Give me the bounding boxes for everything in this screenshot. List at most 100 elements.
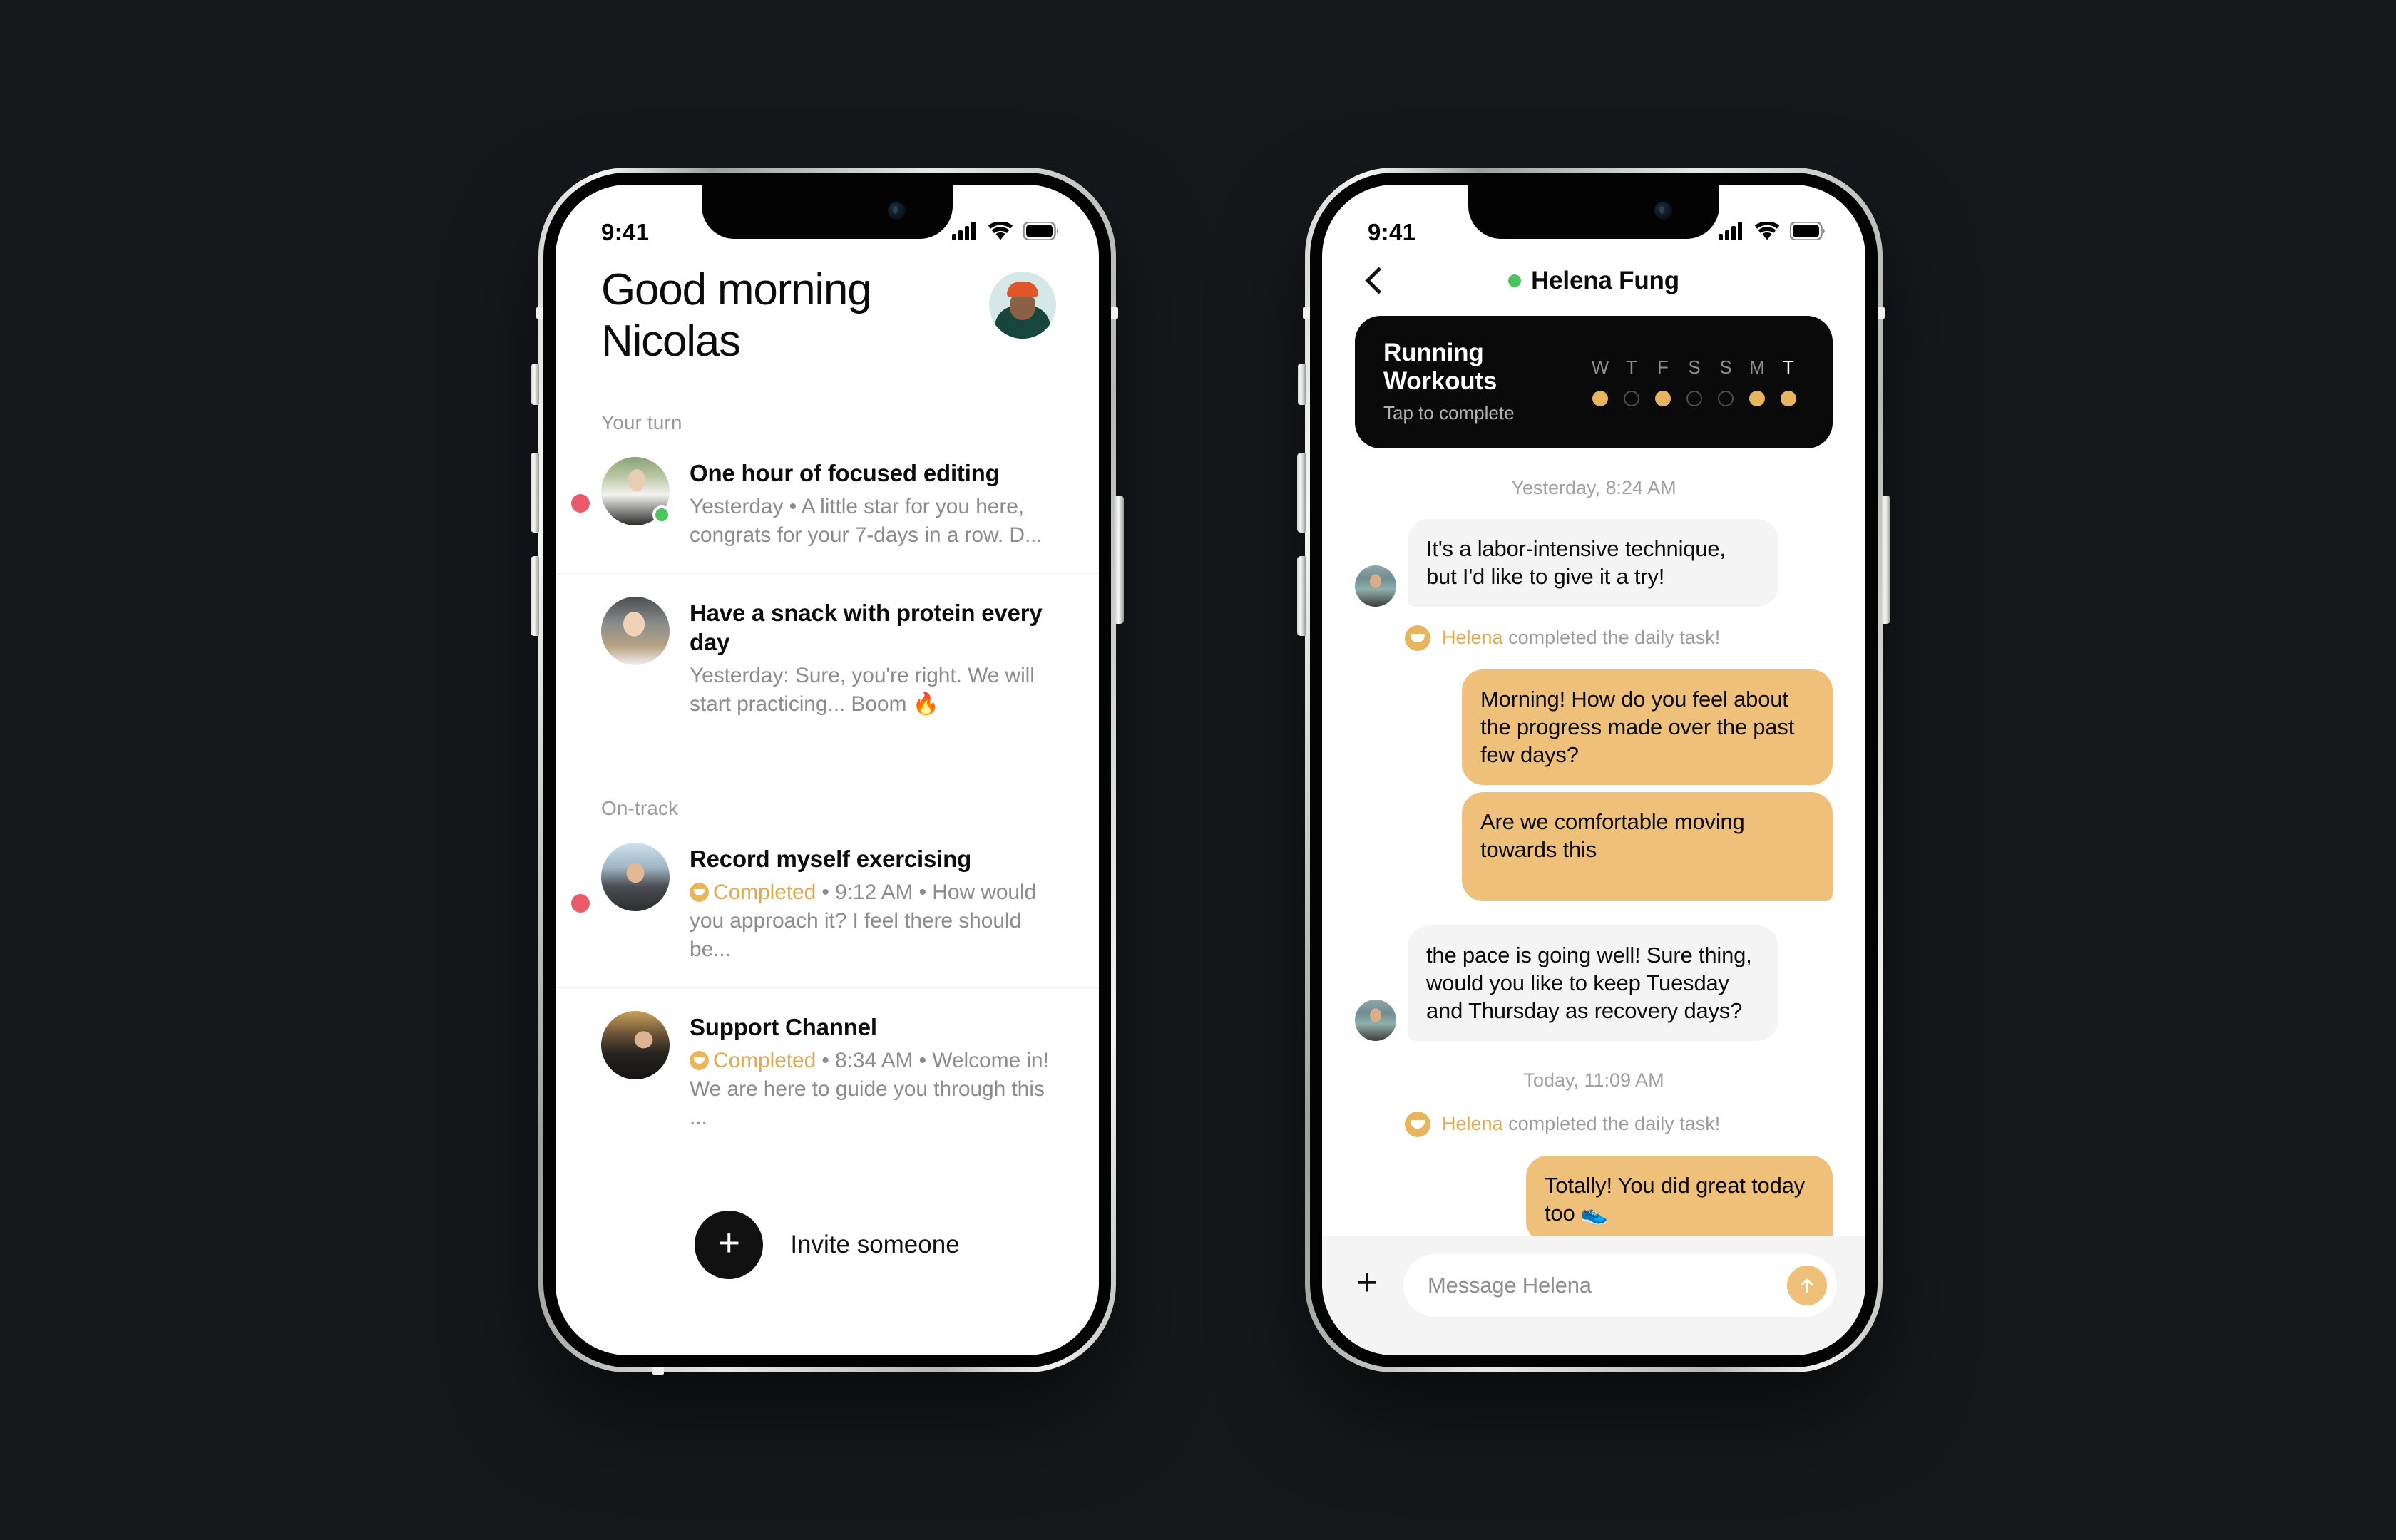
- list-item-preview: Yesterday: Sure, you're right. We will s…: [690, 664, 1035, 717]
- unread-dot: [571, 493, 590, 513]
- list-item-title: One hour of focused editing: [690, 459, 1000, 486]
- habit-day-dot[interactable]: [1624, 391, 1639, 406]
- habit-day-4[interactable]: S: [1710, 356, 1741, 406]
- presence-dot: [1508, 274, 1522, 287]
- avatar[interactable]: [989, 272, 1056, 339]
- status-time: 9:41: [1368, 219, 1416, 245]
- cellular-bars-icon: [1719, 221, 1744, 244]
- habit-day-dot[interactable]: [1781, 391, 1796, 406]
- habit-day-dot[interactable]: [1749, 391, 1765, 406]
- habit-day-dot[interactable]: [1718, 391, 1734, 406]
- habit-day-3[interactable]: S: [1679, 356, 1710, 406]
- list-item[interactable]: Record myself exercising Completed • 9:1…: [556, 820, 1099, 987]
- habit-day-dot[interactable]: [1655, 391, 1671, 406]
- habit-day-dot[interactable]: [1686, 391, 1702, 406]
- day-separator: Today, 11:09 AM: [1523, 1069, 1664, 1091]
- arrow-up-icon: [1801, 1278, 1813, 1293]
- status-badge: Completed: [713, 881, 816, 905]
- power-button[interactable]: [1882, 496, 1890, 624]
- volume-down-button[interactable]: [1297, 556, 1306, 636]
- battery-full-icon: [1023, 220, 1059, 244]
- list-item-title: Have a snack with protein every day: [690, 599, 1043, 656]
- list-item[interactable]: Support Channel Completed • 8:34 AM • We…: [556, 987, 1099, 1155]
- system-event-row: Helena completed the daily task!: [1405, 625, 1833, 651]
- screen-left: 9:41 Good morning Nicolas Your turn One …: [556, 185, 1099, 1355]
- message-bubble-outgoing[interactable]: Are we comfortable moving towards this: [1462, 791, 1833, 901]
- message-bubble-outgoing[interactable]: Totally! You did great today too 👟: [1526, 1155, 1833, 1236]
- habit-day-dot[interactable]: [1592, 391, 1608, 406]
- message-row: the pace is going well! Sure thing, woul…: [1355, 925, 1833, 1041]
- list-item-title: Record myself exercising: [690, 846, 972, 873]
- plus-icon: +: [695, 1210, 764, 1279]
- invite-someone-button[interactable]: + Invite someone: [556, 1210, 1099, 1279]
- system-event-row: Helena completed the daily task!: [1405, 1111, 1833, 1137]
- volume-down-button[interactable]: [531, 556, 539, 636]
- chat-screen: Helena Fung Running Workouts Tap to comp…: [1322, 185, 1865, 1355]
- habit-subtitle: Tap to complete: [1383, 402, 1515, 423]
- habit-card[interactable]: Running Workouts Tap to complete W T F S…: [1355, 316, 1833, 448]
- mute-switch[interactable]: [1298, 364, 1306, 405]
- habit-day-5[interactable]: M: [1741, 356, 1773, 406]
- list-item[interactable]: Have a snack with protein every day Yest…: [556, 572, 1099, 741]
- avatar: [1355, 999, 1396, 1041]
- invite-someone-label: Invite someone: [790, 1230, 960, 1258]
- list-item[interactable]: One hour of focused editing Yesterday • …: [556, 434, 1099, 573]
- message-bubble-incoming[interactable]: It's a labor-intensive technique, but I'…: [1408, 519, 1778, 607]
- volume-up-button[interactable]: [531, 453, 539, 533]
- status-time: 9:41: [601, 219, 650, 245]
- habit-day-label: S: [1688, 356, 1701, 378]
- completed-smiley-icon: [690, 883, 709, 903]
- avatar: [1355, 565, 1396, 607]
- front-camera-icon: [888, 202, 906, 220]
- list-item-preview: Completed • 8:34 AM • Welcome in! We are…: [690, 1047, 1056, 1132]
- system-event-message: completed the daily task!: [1502, 1113, 1721, 1135]
- notch: [1468, 185, 1719, 239]
- page-title: Good morning Nicolas: [601, 265, 872, 367]
- front-camera-icon: [1654, 202, 1672, 220]
- volume-up-button[interactable]: [1297, 453, 1306, 533]
- message-row: It's a labor-intensive technique, but I'…: [1355, 519, 1833, 607]
- avatar-beanie: [1007, 282, 1038, 297]
- habit-day-label: T: [1783, 356, 1794, 378]
- phone-bezel-left: 9:41 Good morning Nicolas Your turn One …: [543, 173, 1111, 1367]
- notch: [702, 185, 953, 239]
- list-item-preview: Completed • 9:12 AM • How would you appr…: [690, 878, 1056, 964]
- message-row: Morning! How do you feel about the progr…: [1355, 669, 1833, 785]
- message-list[interactable]: Yesterday, 8:24 AM It's a labor-intensiv…: [1322, 448, 1865, 1236]
- habit-day-label: S: [1719, 356, 1732, 378]
- message-input-wrap[interactable]: Message Helena: [1403, 1254, 1837, 1317]
- completed-smiley-icon: [1405, 625, 1430, 651]
- wifi-icon: [988, 220, 1013, 244]
- send-button[interactable]: [1787, 1266, 1827, 1305]
- habit-day-label: W: [1591, 356, 1609, 378]
- system-event-text: Helena completed the daily task!: [1442, 1113, 1720, 1135]
- section-label-on-track: On-track: [601, 797, 679, 820]
- habit-day-0[interactable]: W: [1584, 356, 1616, 406]
- phone-bezel-right: 9:41 Helena Fung Running Workouts Tap to…: [1310, 173, 1878, 1367]
- completed-smiley-icon: [1405, 1111, 1430, 1137]
- message-bubble-outgoing[interactable]: Morning! How do you feel about the progr…: [1462, 669, 1833, 785]
- power-button[interactable]: [1115, 496, 1124, 624]
- chevron-left-icon[interactable]: [1359, 266, 1389, 296]
- screen-right: 9:41 Helena Fung Running Workouts Tap to…: [1322, 185, 1865, 1355]
- unread-dot: [571, 894, 590, 913]
- message-composer: + Message Helena: [1322, 1236, 1865, 1355]
- plus-icon[interactable]: +: [1351, 1264, 1383, 1307]
- habit-day-label: T: [1626, 356, 1637, 378]
- mute-switch[interactable]: [531, 364, 539, 405]
- habit-day-2[interactable]: F: [1647, 356, 1679, 406]
- list-item-title: Support Channel: [690, 1014, 877, 1041]
- system-event-message: completed the daily task!: [1502, 627, 1721, 649]
- message-row: Are we comfortable moving towards this: [1355, 791, 1833, 901]
- habit-name: Running Workouts: [1383, 339, 1498, 395]
- battery-full-icon: [1789, 220, 1826, 244]
- avatar: [601, 456, 671, 525]
- message-bubble-incoming[interactable]: the pace is going well! Sure thing, woul…: [1408, 925, 1778, 1041]
- habit-day-6[interactable]: T: [1773, 356, 1804, 406]
- habit-day-1[interactable]: T: [1616, 356, 1647, 406]
- avatar: [601, 596, 670, 665]
- message-input[interactable]: Message Helena: [1428, 1273, 1778, 1298]
- section-label-your-turn: Your turn: [601, 411, 682, 433]
- habit-week-tracker: W T F S S M T: [1584, 356, 1804, 406]
- avatar: [601, 843, 670, 912]
